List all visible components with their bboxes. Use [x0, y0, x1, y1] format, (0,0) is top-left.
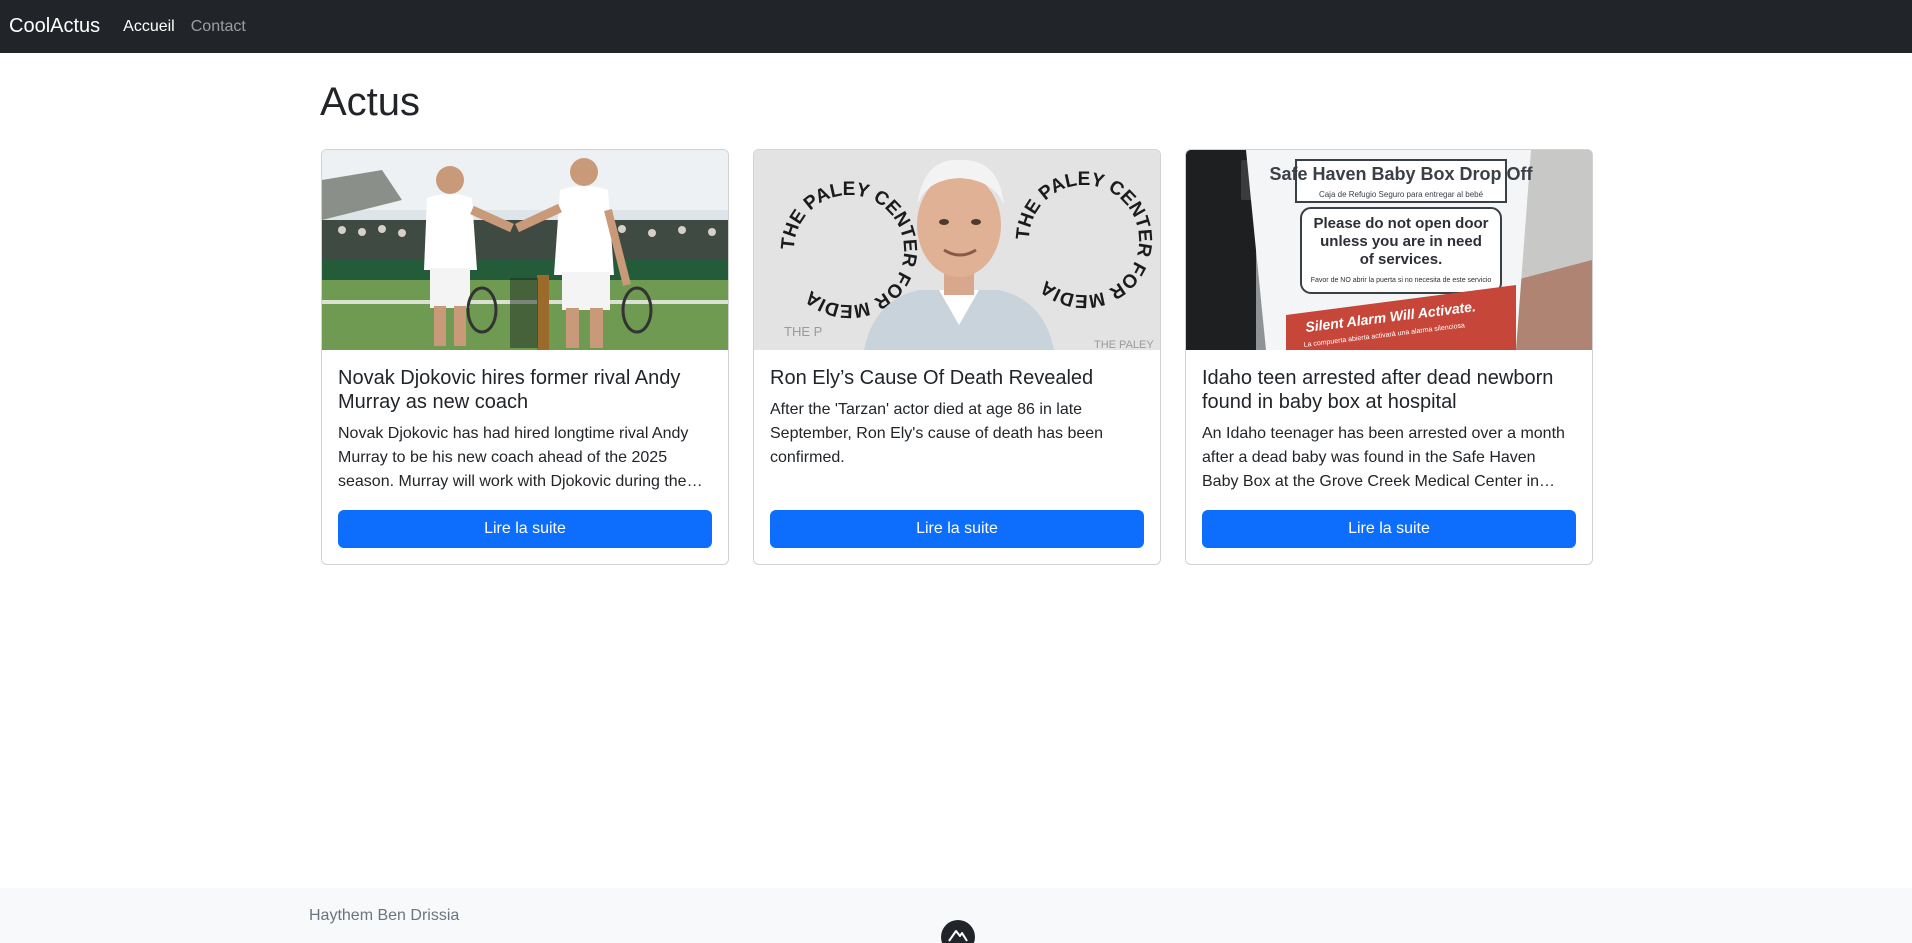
mountain-logo-icon	[941, 920, 975, 943]
article-title: Novak Djokovic hires former rival Andy M…	[338, 367, 681, 413]
top-navbar: CoolActus Accueil Contact	[0, 0, 1912, 53]
article-description: Novak Djokovic has had hired longtime ri…	[338, 425, 689, 490]
article-title: Idaho teen arrested after dead newborn f…	[1202, 367, 1554, 413]
sign-heading: Safe Haven Baby Box Drop Off	[1269, 164, 1533, 184]
article-title: Ron Ely’s Cause Of Death Revealed	[770, 367, 1094, 389]
article-description: After the 'Tarzan' actor died at age 86 …	[770, 401, 1104, 466]
read-more-button[interactable]: Lire la suite	[338, 510, 712, 548]
read-more-button[interactable]: Lire la suite	[1202, 510, 1576, 548]
article-image-portrait: THE PALEY CENTER FOR MEDIA THE PALEY CEN…	[754, 150, 1160, 350]
article-image-baby-box: Safe Haven Baby Box Drop Off Caja de Ref…	[1186, 150, 1592, 350]
sign-spanish: Caja de Refugio Seguro para entregar al …	[1319, 190, 1484, 199]
read-more-button[interactable]: Lire la suite	[770, 510, 1144, 548]
article-description: An Idaho teenager has been arrested over…	[1202, 425, 1565, 490]
article-image-tennis	[322, 150, 728, 350]
page-title: Actus	[320, 80, 421, 124]
footer: Haythem Ben Drissia	[0, 888, 1912, 943]
article-card: THE PALEY CENTER FOR MEDIA THE PALEY CEN…	[753, 149, 1161, 565]
footer-author: Haythem Ben Drissia	[309, 907, 460, 924]
nav-link-contact[interactable]: Contact	[191, 18, 246, 36]
sign-warning-1: Please do not open door	[1313, 215, 1488, 232]
card-body: Idaho teen arrested after dead newborn f…	[1202, 366, 1576, 494]
article-card: Safe Haven Baby Box Drop Off Caja de Ref…	[1185, 149, 1593, 565]
nav-link-accueil[interactable]: Accueil	[123, 18, 175, 36]
brand-logo-link[interactable]: CoolActus	[9, 15, 100, 38]
sign-warning-2: unless you are in need	[1320, 233, 1482, 250]
article-card: Novak Djokovic hires former rival Andy M…	[321, 149, 729, 565]
card-body: Novak Djokovic hires former rival Andy M…	[338, 366, 712, 494]
sign-warning-spanish: Favor de NO abrir la puerta si no necesi…	[1311, 277, 1492, 284]
sign-warning-3: of services.	[1360, 251, 1443, 268]
backdrop-text-bottom-right: THE PALEY	[1094, 339, 1154, 350]
card-body: Ron Ely’s Cause Of Death Revealed After …	[770, 366, 1144, 470]
backdrop-text-bottom-left: THE P	[784, 324, 822, 339]
